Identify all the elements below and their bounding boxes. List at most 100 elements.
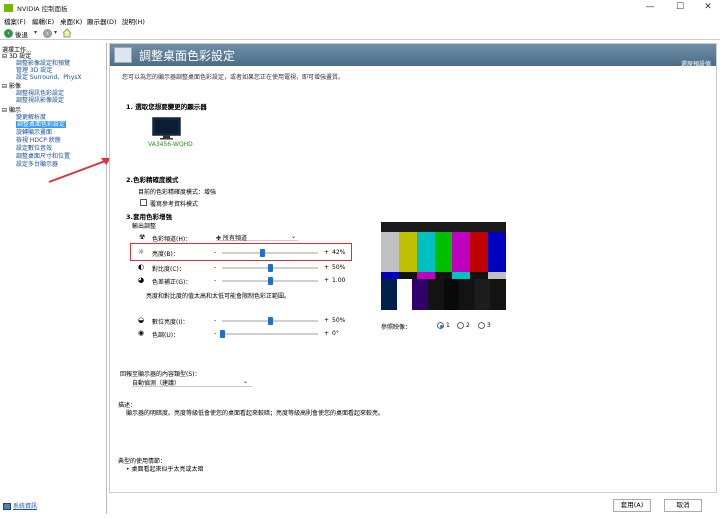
reference-image-header (381, 222, 506, 232)
intro-text: 您可以為您的顯示器調整桌面色彩設定，或者如果您正在使用電視，即可增強畫質。 (122, 74, 345, 81)
gamma-slider-decrease-button[interactable]: - (214, 277, 216, 284)
tree-item-desktop-color[interactable]: 調整桌面色彩設定 (16, 121, 67, 128)
tree-item-digital-audio[interactable]: 設定數位音效 (16, 145, 52, 152)
hue-slider-thumb[interactable] (220, 330, 225, 338)
system-info-link[interactable]: 系統資訊 (13, 503, 37, 510)
tree-item-image-settings-preview[interactable]: 調整影像設定和預覽 (16, 60, 70, 67)
contrast-slider-value: 50% (332, 264, 346, 271)
task-tree-pane: 選擇工作... ⊟ 3D 設定 調整影像設定和預覽 管理 3D 設定 設定 Su… (0, 43, 107, 514)
range-note: 亮度和對比度的值太高和太低可能會限制色彩正範圍。 (146, 293, 291, 300)
menu-file[interactable]: 檔案(F) (4, 16, 26, 26)
system-info-icon (3, 503, 11, 510)
menu-bar: 檔案(F) 編輯(E) 桌面(K) 顯示器(D) 說明(H) (0, 15, 720, 26)
monitor-name[interactable]: VA3456-WQHD (148, 141, 193, 148)
reference-image (381, 222, 507, 310)
tree-group-display[interactable]: ⊟ 顯示 (2, 107, 21, 114)
section1-title: 1. 選取您想要變更的顯示器 (126, 103, 207, 111)
reference-radio-3[interactable] (478, 322, 485, 329)
main-panel: 調整桌面色彩設定 還原預設值 您可以為您的顯示器調整桌面色彩設定，或者如果您正在… (109, 43, 717, 493)
mid-bar-1 (381, 272, 399, 279)
brightness-slider-increase-button[interactable]: + (324, 249, 329, 256)
tree-item-resolution[interactable]: 變更解析度 (16, 114, 46, 121)
monitor-icon[interactable] (152, 117, 181, 140)
menu-edit[interactable]: 編輯(E) (32, 16, 54, 26)
minimize-button[interactable]: — (638, 1, 662, 13)
page-title: 調整桌面色彩設定 (139, 49, 236, 63)
gamma-icon: ◕ (138, 276, 145, 284)
color-channel-dropdown-icon: ✤ (216, 235, 222, 242)
contrast-slider-decrease-button[interactable]: - (214, 264, 216, 271)
gamma-slider-increase-button[interactable]: + (324, 277, 329, 284)
digital-vibrance-slider-increase-button[interactable]: + (324, 317, 329, 324)
content-type-value: 自動偵測（建議） (132, 380, 181, 387)
home-icon[interactable] (62, 28, 72, 38)
bottom-block-2 (396, 279, 413, 310)
reference-option-3: 3 (487, 322, 491, 329)
mid-bar-2 (398, 272, 417, 279)
forward-arrow-icon[interactable]: › (43, 29, 52, 38)
menu-display[interactable]: 顯示器(D) (87, 16, 117, 26)
content-type-label: 回報至顯示器的內容類型(S)： (120, 371, 201, 378)
maximize-button[interactable]: ☐ (668, 1, 692, 13)
brightness-slider-decrease-button[interactable]: - (214, 249, 216, 256)
reference-option-1: 1 (446, 322, 450, 329)
brightness-icon: ☼ (138, 248, 145, 256)
reference-mode-checkbox[interactable] (140, 199, 147, 206)
digital-vibrance-slider-value: 50% (332, 317, 346, 324)
bottom-block-3 (412, 279, 428, 310)
reference-radio-2[interactable] (457, 322, 464, 329)
toolbar: ‹ 後退 ▾ › ▾ (0, 26, 720, 40)
close-button[interactable]: ✕ (696, 1, 720, 13)
mid-bar-4 (434, 272, 453, 279)
brightness-slider-track[interactable] (222, 252, 318, 254)
color-channel-value: 所有頻道 (222, 235, 247, 242)
menu-help[interactable]: 說明(H) (122, 16, 145, 26)
bottom-block-1 (381, 279, 397, 310)
back-dropdown-icon[interactable]: ▾ (34, 29, 37, 36)
gamma-slider-thumb[interactable] (268, 277, 273, 285)
tree-item-video-color[interactable]: 調整視訊色彩設定 (16, 90, 64, 97)
output-adjust-label: 輸出調整 (132, 223, 157, 230)
cancel-button[interactable]: 取消 (664, 499, 702, 512)
reference-mode-label: 覆寫參考資料模式 (150, 201, 199, 208)
hue-slider-track[interactable] (222, 333, 318, 335)
color-bars-top (381, 232, 507, 272)
color-bar-4 (434, 232, 453, 272)
contrast-slider-thumb[interactable] (268, 264, 273, 272)
contrast-icon: ◐ (138, 263, 145, 271)
bottom-block-4 (427, 279, 444, 310)
content-type-dropdown[interactable]: 自動偵測（建議） ⌄ (132, 378, 252, 387)
menu-desktop[interactable]: 桌面(K) (60, 16, 82, 26)
desktop-color-icon (114, 47, 132, 63)
color-bars-mid (381, 272, 507, 279)
brightness-slider-thumb[interactable] (260, 249, 266, 257)
contrast-slider-increase-button[interactable]: + (324, 264, 329, 271)
page-banner: 調整桌面色彩設定 還原預設值 (110, 44, 716, 68)
hue-slider-increase-button[interactable]: + (324, 330, 329, 337)
back-arrow-icon[interactable]: ‹ (4, 29, 13, 38)
tree-item-hdcp-status[interactable]: 檢視 HDCP 狀態 (16, 137, 61, 144)
tree-item-video-image[interactable]: 調整視訊影像設定 (16, 97, 64, 104)
color-channel-label: 色彩頻道(H)： (152, 236, 192, 243)
tree-item-manage-3d[interactable]: 管理 3D 設定 (16, 67, 52, 74)
mid-bar-3 (416, 272, 435, 279)
digital-vibrance-slider-thumb[interactable] (268, 317, 273, 325)
hue-slider-decrease-button[interactable]: - (214, 330, 216, 337)
tree-group-3d[interactable]: ⊟ 3D 設定 (2, 53, 31, 60)
forward-dropdown-icon[interactable]: ▾ (54, 29, 57, 36)
back-button-label[interactable]: 後退 (15, 29, 28, 39)
tree-group-video[interactable]: ⊟ 影像 (2, 83, 21, 90)
hue-icon: ◉ (138, 329, 145, 337)
apply-button[interactable]: 套用(A) (613, 499, 651, 512)
title-bar: NVIDIA 控制面板 — ☐ ✕ (0, 0, 720, 15)
section3-title: 3.套用色彩增強 (126, 213, 172, 221)
reference-image-label: 參照映像： (381, 324, 412, 331)
tree-item-surround-physx[interactable]: 設定 Surround、PhysX (16, 74, 82, 81)
reference-radio-1[interactable] (437, 322, 444, 329)
restore-defaults-link[interactable]: 還原預設值 (681, 59, 711, 68)
tree-item-rotate-display[interactable]: 旋轉顯示畫面 (16, 129, 52, 136)
color-channel-dropdown[interactable]: ✤ 所有頻道 ⌄ (216, 233, 298, 242)
brightness-slider-label: 亮度(B)： (152, 251, 179, 258)
digital-vibrance-slider-decrease-button[interactable]: - (214, 317, 216, 324)
digital-vibrance-slider-label: 數位亮度(I)： (152, 319, 189, 326)
